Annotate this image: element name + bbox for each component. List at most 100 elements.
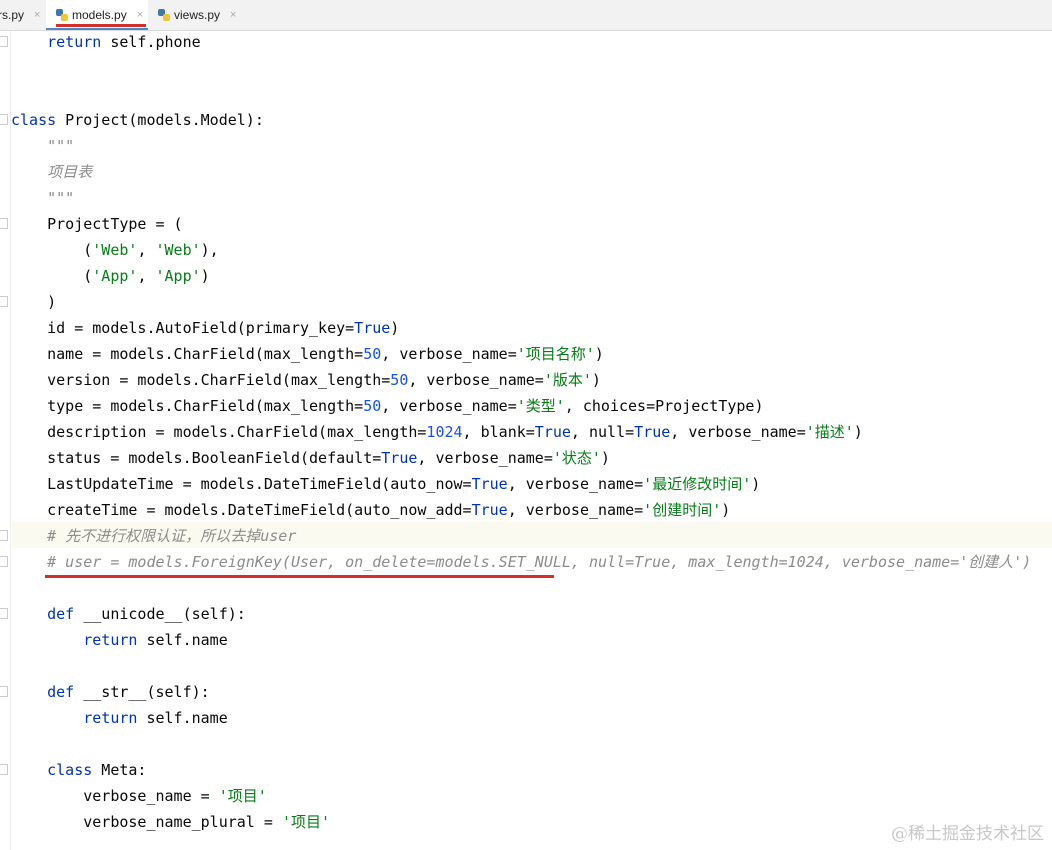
code-token: id = models.AutoField(primary_key=	[11, 319, 355, 337]
code-line[interactable]: return self.name	[11, 627, 1031, 653]
code-token: )	[751, 475, 761, 493]
code-token: '项目名称'	[516, 345, 595, 363]
code-token: , choices=ProjectType)	[564, 397, 764, 415]
fold-icon[interactable]	[0, 296, 8, 307]
code-line[interactable]: return self.name	[11, 705, 1031, 731]
code-line[interactable]: ('App', 'App')	[11, 263, 1031, 289]
code-token: type = models.CharField(max_length=	[11, 397, 364, 415]
code-token: status = models.BooleanField(default=	[11, 449, 382, 467]
code-token: ),	[200, 241, 219, 259]
code-token: version = models.CharField(max_length=	[11, 371, 391, 389]
code-token: ,	[137, 267, 156, 285]
code-line[interactable]: )	[11, 289, 1031, 315]
fold-icon[interactable]	[0, 686, 8, 697]
code-line[interactable]: verbose_name = '项目'	[11, 783, 1031, 809]
fold-icon[interactable]	[0, 218, 8, 229]
code-token: )	[200, 267, 210, 285]
code-line[interactable]: type = models.CharField(max_length=50, v…	[11, 393, 1031, 419]
code-token: 'App'	[92, 267, 138, 285]
code-line[interactable]: ('Web', 'Web'),	[11, 237, 1031, 263]
watermark: @稀土掘金技术社区	[891, 824, 1044, 844]
code-token: ,	[137, 241, 156, 259]
fold-icon[interactable]	[0, 114, 8, 125]
code-token: )	[853, 423, 863, 441]
code-line[interactable]	[11, 575, 1031, 601]
close-icon[interactable]: ×	[230, 9, 236, 21]
code-line[interactable]: # 先不进行权限认证，所以去掉user	[11, 523, 1031, 549]
code-line[interactable]: class Project(models.Model):	[11, 107, 1031, 133]
code-editor[interactable]: return self.phone class Project(models.M…	[11, 29, 1031, 835]
code-token: '项目'	[218, 787, 267, 805]
code-line[interactable]: name = models.CharField(max_length=50, v…	[11, 341, 1031, 367]
code-token: , blank=	[462, 423, 535, 441]
code-token: )	[594, 345, 604, 363]
fold-icon[interactable]	[0, 556, 8, 567]
code-token: """	[47, 189, 75, 207]
code-line[interactable]: id = models.AutoField(primary_key=True)	[11, 315, 1031, 341]
fold-icon[interactable]	[0, 36, 8, 47]
code-token: '项目'	[281, 813, 330, 831]
code-line[interactable]: # user = models.ForeignKey(User, on_dele…	[11, 549, 1031, 575]
code-token: '状态'	[552, 449, 601, 467]
code-token: True	[471, 475, 508, 493]
code-token: # user = models.ForeignKey(User, on_dele…	[47, 553, 1032, 571]
code-token: , verbose_name=	[507, 475, 644, 493]
code-line[interactable]: 项目表	[11, 159, 1031, 185]
code-token: return	[47, 33, 102, 51]
tab-serializers[interactable]: rs.py ×	[0, 0, 42, 30]
code-line[interactable]: version = models.CharField(max_length=50…	[11, 367, 1031, 393]
tab-views[interactable]: views.py ×	[158, 0, 248, 30]
code-token: name = models.CharField(max_length=	[11, 345, 364, 363]
code-line[interactable]: return self.phone	[11, 29, 1031, 55]
close-icon[interactable]: ×	[137, 9, 143, 21]
code-line[interactable]: ProjectType = (	[11, 211, 1031, 237]
code-line[interactable]: status = models.BooleanField(default=Tru…	[11, 445, 1031, 471]
code-token: , verbose_name=	[417, 449, 553, 467]
code-token: (	[11, 267, 93, 285]
code-token: verbose_name =	[11, 787, 219, 805]
code-token: LastUpdateTime = models.DateTimeField(au…	[11, 475, 472, 493]
code-token: (	[11, 241, 93, 259]
close-icon[interactable]: ×	[34, 9, 40, 21]
code-line[interactable]	[11, 731, 1031, 757]
code-line[interactable]: """	[11, 185, 1031, 211]
code-token: createTime = models.DateTimeField(auto_n…	[11, 501, 472, 519]
fold-icon[interactable]	[0, 530, 8, 541]
code-line[interactable]	[11, 81, 1031, 107]
code-line[interactable]	[11, 55, 1031, 81]
code-token: 'App'	[155, 267, 201, 285]
code-line[interactable]: verbose_name_plural = '项目'	[11, 809, 1031, 835]
code-token: ProjectType = (	[11, 215, 183, 233]
fold-icon[interactable]	[0, 608, 8, 619]
code-token: def	[47, 605, 75, 623]
code-token: '最近修改时间'	[643, 475, 752, 493]
code-token: )	[591, 371, 601, 389]
python-file-icon	[158, 9, 170, 21]
code-line[interactable]: def __unicode__(self):	[11, 601, 1031, 627]
code-line[interactable]: createTime = models.DateTimeField(auto_n…	[11, 497, 1031, 523]
code-line[interactable]: description = models.CharField(max_lengt…	[11, 419, 1031, 445]
code-line[interactable]	[11, 653, 1031, 679]
fold-icon[interactable]	[0, 764, 8, 775]
code-line[interactable]: LastUpdateTime = models.DateTimeField(au…	[11, 471, 1031, 497]
code-line[interactable]: """	[11, 133, 1031, 159]
code-token: 50	[363, 345, 382, 363]
code-token: , verbose_name=	[381, 345, 517, 363]
code-token: self.name	[137, 631, 228, 649]
code-token: __str__(self):	[74, 683, 210, 701]
code-line[interactable]: def __str__(self):	[11, 679, 1031, 705]
code-line[interactable]: class Meta:	[11, 757, 1031, 783]
code-token: class	[11, 111, 57, 129]
code-token: description = models.CharField(max_lengt…	[11, 423, 427, 441]
code-token: True	[354, 319, 391, 337]
code-token: return	[83, 709, 138, 727]
